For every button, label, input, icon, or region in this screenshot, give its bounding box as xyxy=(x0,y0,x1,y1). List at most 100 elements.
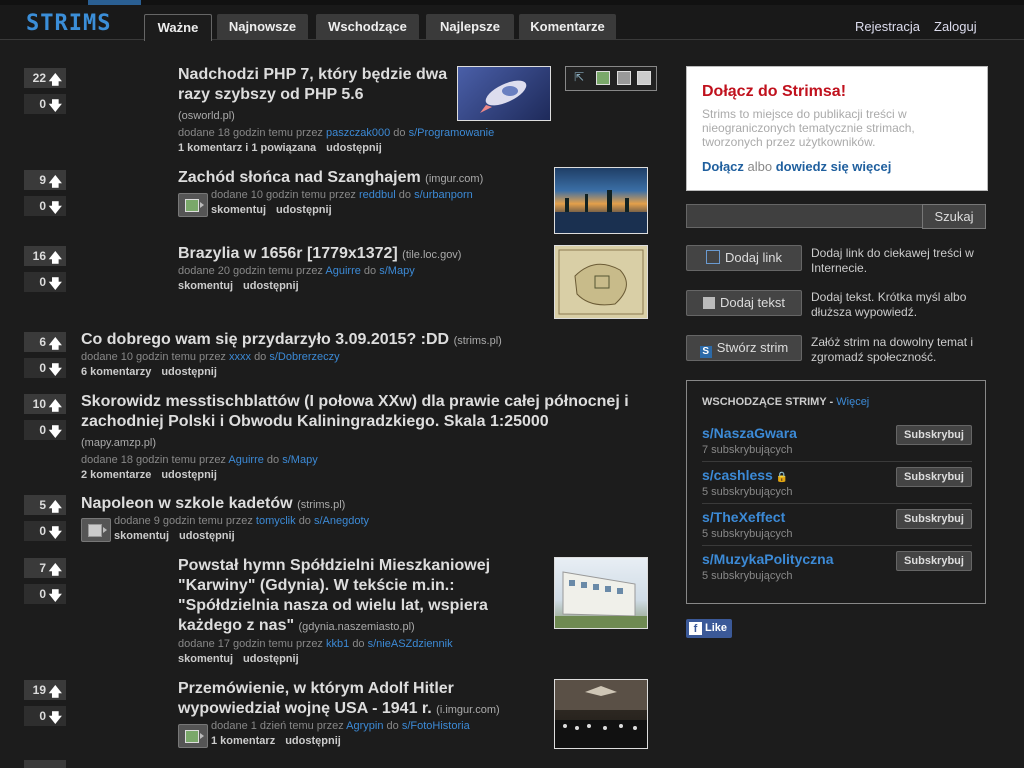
strim-link[interactable]: s/cashless 🔒 xyxy=(702,467,788,483)
upvote-button[interactable]: 6 🡅 xyxy=(24,332,66,352)
post-title[interactable]: Co dobrego wam się przydarzyło 3.09.2015… xyxy=(81,330,641,351)
post-title[interactable]: Brazylia w 1656r [1779x1372] (tile.loc.g… xyxy=(178,244,538,265)
downvote-button[interactable]: 0 🡇 xyxy=(24,706,66,726)
strim-link[interactable]: s/NaszaGwara xyxy=(702,425,797,441)
comments-link[interactable]: skomentuj xyxy=(114,530,169,542)
comments-link[interactable]: 6 komentarzy xyxy=(81,366,151,378)
downvote-button[interactable]: 0 🡇 xyxy=(24,272,66,292)
facebook-like-button[interactable]: f Like xyxy=(686,619,732,638)
share-link[interactable]: udostępnij xyxy=(243,280,299,292)
upvote-button[interactable]: 9 🡅 xyxy=(24,170,66,190)
tab-najlepsze[interactable]: Najlepsze xyxy=(426,14,514,39)
tab-najnowsze[interactable]: Najnowsze xyxy=(217,14,308,39)
search-input[interactable] xyxy=(686,204,923,228)
search-button[interactable]: Szukaj xyxy=(922,204,986,229)
strim-link[interactable]: s/Dobrerzeczy xyxy=(269,351,339,363)
upvote-button[interactable]: 19 🡅 xyxy=(24,680,66,700)
strim-link[interactable]: s/Mapy xyxy=(379,265,414,277)
author-link[interactable]: reddbul xyxy=(359,189,396,201)
post-actions: 6 komentarzy udostępnij xyxy=(81,366,227,378)
author-link[interactable]: xxxx xyxy=(229,351,251,363)
upvote-button[interactable] xyxy=(24,760,66,768)
subscribe-button[interactable]: Subskrybuj xyxy=(896,551,972,571)
comments-link[interactable]: skomentuj xyxy=(178,653,233,665)
post-title[interactable]: Nadchodzi PHP 7, który będzie dwa razy s… xyxy=(178,65,448,105)
thumb-view-icon[interactable] xyxy=(596,71,610,85)
author-link[interactable]: tomyclik xyxy=(256,515,296,527)
strim-link[interactable]: s/Anegdoty xyxy=(314,515,369,527)
subscribe-button[interactable]: Subskrybuj xyxy=(896,467,972,487)
share-link[interactable]: udostępnij xyxy=(161,469,217,481)
join-link[interactable]: Dołącz xyxy=(702,159,744,174)
post-title[interactable]: Zachód słońca nad Szanghajem (imgur.com) xyxy=(178,168,538,189)
post-title[interactable]: Napoleon w szkole kadetów (strims.pl) xyxy=(81,494,481,515)
tab-wschodzace[interactable]: Wschodzące xyxy=(316,14,419,39)
tab-wazne[interactable]: Ważne xyxy=(144,14,212,41)
share-link[interactable]: udostępnij xyxy=(326,142,382,154)
comments-link[interactable]: skomentuj xyxy=(211,204,266,216)
add-link-button[interactable]: Dodaj link xyxy=(686,245,802,271)
subscribe-button[interactable]: Subskrybuj xyxy=(896,509,972,529)
comments-link[interactable]: 1 komentarz xyxy=(211,735,275,747)
share-link[interactable]: udostępnij xyxy=(276,204,332,216)
text-type-icon[interactable] xyxy=(81,518,111,542)
strim-link[interactable]: s/nieASZdziennik xyxy=(368,638,453,650)
downvote-count: 0 xyxy=(39,524,46,538)
downvote-button[interactable]: 0 🡇 xyxy=(24,196,66,216)
post-title[interactable]: Skorowidz messtischblattów (I połowa XXw… xyxy=(81,392,656,432)
post-thumbnail[interactable] xyxy=(554,245,648,319)
author-link[interactable]: Aguirre xyxy=(325,265,360,277)
popout-icon[interactable]: ⇱ xyxy=(574,70,586,84)
comments-link[interactable]: 2 komentarze xyxy=(81,469,151,481)
post-title[interactable]: Przemówienie, w którym Adolf Hitler wypo… xyxy=(178,679,543,720)
image-type-icon[interactable] xyxy=(178,193,208,217)
share-link[interactable]: udostępnij xyxy=(161,366,217,378)
strim-link[interactable]: s/FotoHistoria xyxy=(402,720,470,732)
tab-komentarze[interactable]: Komentarze xyxy=(519,14,616,39)
upvote-button[interactable]: 16 🡅 xyxy=(24,246,66,266)
upvote-button[interactable]: 7 🡅 xyxy=(24,558,66,578)
post-thumbnail[interactable] xyxy=(457,66,551,121)
image-type-icon[interactable] xyxy=(178,724,208,748)
comments-link[interactable]: 1 komentarz i 1 powiązana xyxy=(178,142,316,154)
downvote-button[interactable]: 0 🡇 xyxy=(24,358,66,378)
post-title[interactable]: Powstał hymn Spółdzielni Mieszkaniowej "… xyxy=(178,556,543,637)
post-thumbnail[interactable] xyxy=(554,679,648,749)
downvote-button[interactable]: 0 🡇 xyxy=(24,521,66,541)
downvote-button[interactable]: 0 🡇 xyxy=(24,420,66,440)
strim-link[interactable]: s/MuzykaPolityczna xyxy=(702,551,834,567)
post-thumbnail[interactable] xyxy=(554,167,648,234)
arrow-down-icon: 🡇 xyxy=(48,362,62,377)
strim-link[interactable]: s/Programowanie xyxy=(409,127,495,139)
upvote-button[interactable]: 22 🡅 xyxy=(24,68,66,88)
strim-link[interactable]: s/urbanporn xyxy=(414,189,473,201)
post-thumbnail[interactable] xyxy=(554,557,648,629)
share-link[interactable]: udostępnij xyxy=(243,653,299,665)
share-link[interactable]: udostępnij xyxy=(285,735,341,747)
register-link[interactable]: Rejestracja xyxy=(855,19,920,34)
add-text-button[interactable]: Dodaj tekst xyxy=(686,290,802,316)
strim-link[interactable]: s/Mapy xyxy=(282,454,317,466)
author-link[interactable]: paszczak000 xyxy=(326,127,390,139)
learn-more-link[interactable]: dowiedz się więcej xyxy=(776,159,892,174)
list-view-icon[interactable] xyxy=(637,71,651,85)
subscribe-button[interactable]: Subskrybuj xyxy=(896,425,972,445)
film-view-icon[interactable] xyxy=(617,71,631,85)
logo[interactable]: STRIMS xyxy=(26,11,111,36)
upvote-button[interactable]: 5 🡅 xyxy=(24,495,66,515)
share-link[interactable]: udostępnij xyxy=(179,530,235,542)
upvote-button[interactable]: 10 🡅 xyxy=(24,394,66,414)
downvote-count: 0 xyxy=(39,199,46,213)
more-link[interactable]: Więcej xyxy=(836,396,869,408)
strim-link[interactable]: s/TheXeffect xyxy=(702,509,785,525)
comments-link[interactable]: skomentuj xyxy=(178,280,233,292)
author-link[interactable]: Agrypin xyxy=(346,720,383,732)
author-link[interactable]: kkb1 xyxy=(326,638,349,650)
downvote-button[interactable]: 0 🡇 xyxy=(24,94,66,114)
login-link[interactable]: Zaloguj xyxy=(934,19,977,34)
create-strim-button[interactable]: S Stwórz strim xyxy=(686,335,802,361)
downvote-button[interactable]: 0 🡇 xyxy=(24,584,66,604)
author-link[interactable]: Aguirre xyxy=(228,454,263,466)
rising-strim-item: s/TheXeffect 5 subskrybujących Subskrybu… xyxy=(702,509,972,546)
subscriber-count: 5 subskrybujących xyxy=(702,486,793,498)
